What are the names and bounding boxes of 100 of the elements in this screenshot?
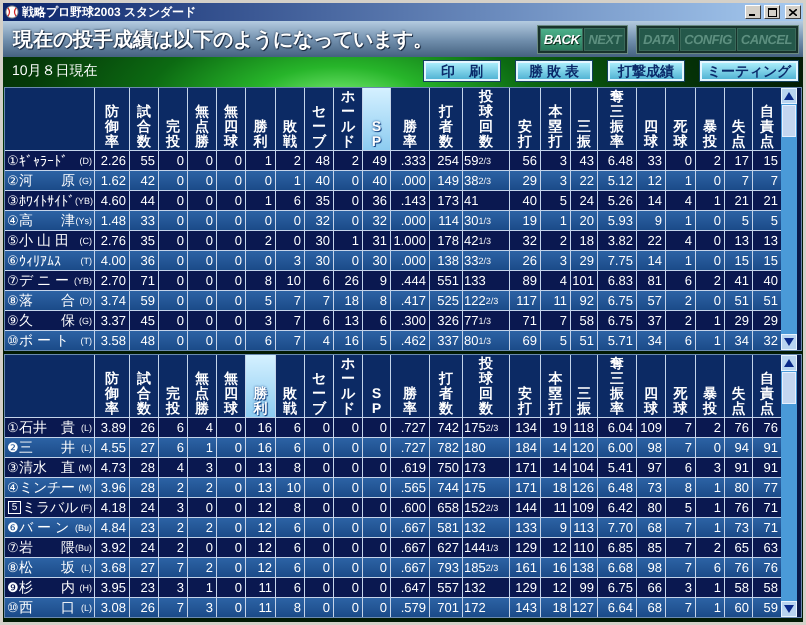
column-header[interactable]: 完投 (159, 88, 187, 150)
table-cell: 8 (246, 271, 275, 290)
column-header[interactable]: 奪三振率 (598, 88, 636, 150)
table-cell: .444 (391, 271, 429, 290)
close-button[interactable] (785, 5, 801, 19)
column-header[interactable]: 四球 (637, 355, 665, 417)
name-cell[interactable]: ⑦デ ニ ー (YB) (5, 271, 94, 290)
name-cell[interactable]: ④ ミンチー (M) (5, 478, 94, 497)
table-cell: 0 (159, 211, 187, 230)
table-cell: 110 (571, 538, 597, 557)
name-cell[interactable]: ②河 原 (G) (5, 171, 94, 190)
column-header[interactable]: 無四球 (217, 88, 245, 150)
table-cell: 171 (510, 458, 540, 477)
table-cell: 9 (541, 518, 570, 537)
column-header[interactable]: 暴投 (696, 88, 724, 150)
column-header[interactable]: 三振 (571, 88, 597, 150)
name-cell[interactable]: ❾杉 内 (H) (5, 578, 94, 597)
column-header[interactable]: 本塁打 (541, 88, 570, 150)
column-header[interactable]: 自責点 (753, 355, 781, 417)
column-header[interactable]: ホールド (334, 355, 362, 417)
table-cell: 76 (725, 498, 752, 517)
table-cell: 0 (305, 558, 333, 577)
column-header[interactable]: 勝率 (391, 88, 429, 150)
column-header[interactable]: 試合数 (130, 88, 158, 150)
table-cell: 0 (217, 211, 245, 230)
name-cell[interactable]: ❷三 井 (L) (5, 438, 94, 457)
table-cell: 8 (363, 291, 390, 310)
scroll-down-button[interactable] (781, 601, 797, 617)
rank-mark: ⑦ (7, 273, 19, 288)
column-header[interactable]: 失点 (725, 355, 752, 417)
column-header[interactable]: 無点勝 (188, 355, 216, 417)
column-header[interactable]: 試合数 (130, 355, 158, 417)
name-cell[interactable]: ①石井 貴 (L) (5, 418, 94, 437)
column-header[interactable]: 暴投 (696, 355, 724, 417)
column-header[interactable]: 無四球 (217, 355, 245, 417)
table-cell: 10 (276, 271, 304, 290)
column-header[interactable]: 勝利 (246, 88, 275, 150)
nav-button[interactable]: BACK (540, 28, 584, 50)
action-button[interactable]: ミーティング (700, 60, 798, 80)
column-header[interactable]: 本塁打 (541, 355, 570, 417)
name-cell[interactable]: ③ﾎﾜｲﾄｻｲﾄﾞ(YB) (5, 191, 94, 210)
column-header[interactable]: 防御率 (95, 88, 129, 150)
scroll-down-button[interactable] (781, 334, 797, 350)
column-header[interactable]: ホールド (334, 88, 362, 150)
column-header[interactable]: 自責点 (753, 88, 781, 150)
scroll-up-button[interactable] (781, 88, 797, 104)
name-cell[interactable]: ⑧松 坂 (L) (5, 558, 94, 577)
rank-mark: 5 (8, 501, 21, 514)
column-header[interactable]: 四球 (637, 88, 665, 150)
column-header[interactable]: セーブ (305, 88, 333, 150)
column-header[interactable]: 失点 (725, 88, 752, 150)
column-header[interactable]: 無点勝 (188, 88, 216, 150)
name-cell[interactable]: ①ｷﾞｬﾗｰﾄﾞ (D) (5, 151, 94, 170)
table-cell: 0 (363, 418, 390, 437)
column-header[interactable]: 死球 (666, 355, 695, 417)
column-header[interactable]: 投球回数 (463, 88, 509, 150)
column-header[interactable]: 勝率 (391, 355, 429, 417)
action-button[interactable]: 勝 敗 表 (516, 60, 592, 80)
scrollbar-thumb[interactable] (782, 105, 796, 137)
column-header[interactable]: 防御率 (95, 355, 129, 417)
name-cell[interactable]: ③清水 直 (M) (5, 458, 94, 477)
scrollbar-thumb[interactable] (782, 372, 796, 404)
table-cell: 129 (510, 578, 540, 597)
name-cell[interactable]: ④高 津(Ys) (5, 211, 94, 230)
column-header[interactable]: 安打 (510, 355, 540, 417)
name-cell[interactable]: 5 ミラバル (F) (5, 498, 94, 517)
column-header[interactable]: 投球回数 (463, 355, 509, 417)
name-cell[interactable]: ⑩ボ ー ト (T) (5, 331, 94, 350)
name-cell[interactable]: ⑤小 山 田 (C) (5, 231, 94, 250)
name-cell[interactable]: ⑧落 合 (D) (5, 291, 94, 310)
action-button[interactable]: 打撃成績 (608, 60, 684, 80)
maximize-button[interactable] (764, 5, 780, 19)
name-cell[interactable]: ⑥ｳｨﾘｱﾑｽ (T) (5, 251, 94, 270)
name-cell[interactable]: ⑨久 保 (G) (5, 311, 94, 330)
column-header[interactable]: SP (363, 355, 390, 417)
table-cell: 5 (246, 291, 275, 310)
column-header[interactable]: 敗戦 (276, 88, 304, 150)
column-header[interactable]: 打者数 (430, 88, 462, 150)
action-button[interactable]: 印 刷 (424, 60, 500, 80)
name-cell[interactable]: ⑦岩 隈(Bu) (5, 538, 94, 557)
table-cell: 0 (363, 538, 390, 557)
table-cell: 26 (510, 251, 540, 270)
scroll-up-button[interactable] (781, 355, 797, 371)
table-cell: 0 (217, 518, 245, 537)
column-header[interactable]: 死球 (666, 88, 695, 150)
column-header[interactable]: 安打 (510, 88, 540, 150)
column-header[interactable]: 三振 (571, 355, 597, 417)
name-cell[interactable]: ❻バ ー ン (Bu) (5, 518, 94, 537)
minimize-button[interactable] (745, 5, 761, 19)
table-cell: 7 (666, 598, 695, 617)
name-cell[interactable]: ⑩西 口 (L) (5, 598, 94, 617)
column-header[interactable]: 奪三振率 (598, 355, 636, 417)
rank-mark: ① (7, 153, 19, 168)
column-header[interactable]: 打者数 (430, 355, 462, 417)
table-cell: 0 (159, 291, 187, 310)
column-header[interactable]: 完投 (159, 355, 187, 417)
column-header[interactable]: セーブ (305, 355, 333, 417)
column-header[interactable]: 敗戦 (276, 355, 304, 417)
table-cell: 0 (217, 311, 245, 330)
table-cell: 19 (510, 211, 540, 230)
